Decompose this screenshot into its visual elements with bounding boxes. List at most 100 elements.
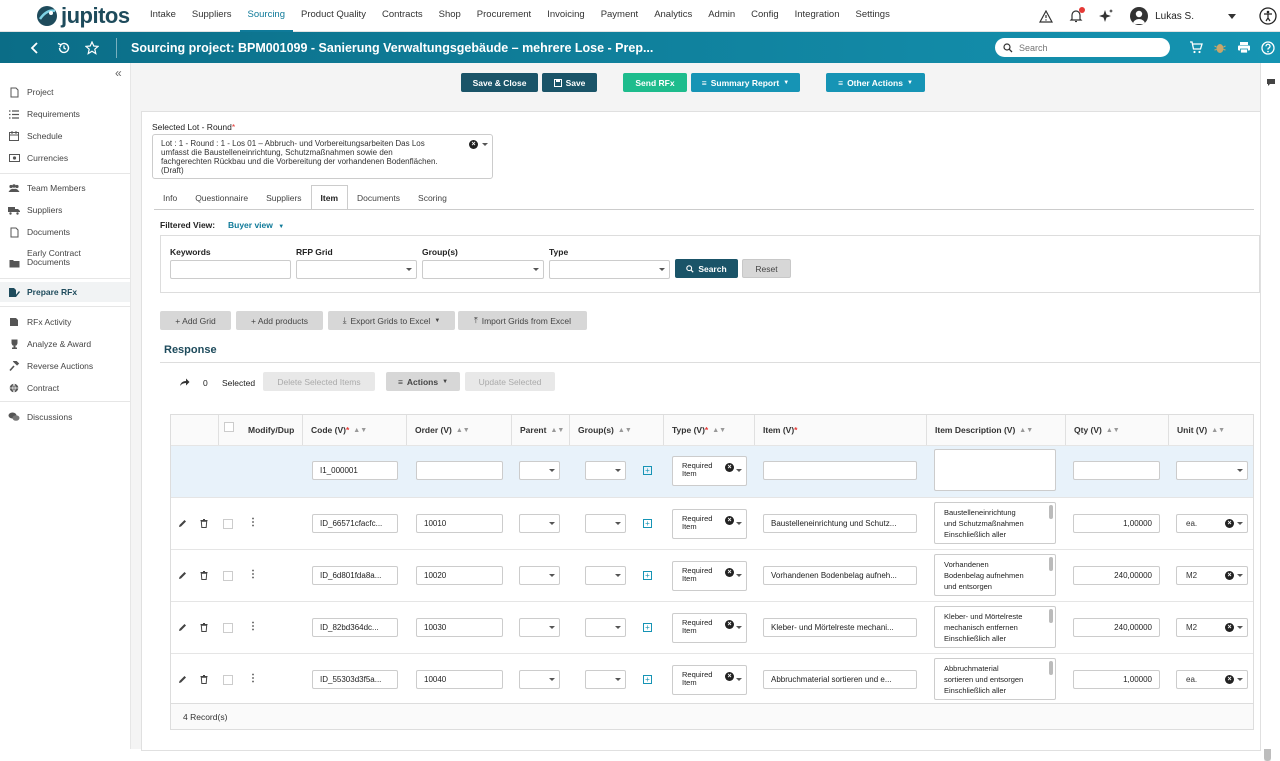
col-code[interactable]: Code (V) * ▲▼ <box>303 415 407 445</box>
description-textarea[interactable]: Vorhandenen Bodenbelag aufnehmen und entso… <box>934 554 1056 596</box>
row-menu-icon[interactable]: ⋮ <box>248 621 258 632</box>
update-selected-button[interactable]: Update Selected <box>465 372 555 391</box>
actions-button[interactable]: ≡ Actions ▼ <box>386 372 460 391</box>
chat-bubble-icon[interactable] <box>1266 78 1276 87</box>
sparkle-ai-icon[interactable] <box>1096 6 1116 26</box>
nav-settings[interactable]: Settings <box>848 0 898 32</box>
edit-pencil-icon[interactable] <box>178 675 187 684</box>
other-actions-button[interactable]: ≡ Other Actions ▼ <box>826 73 925 92</box>
send-rfx-button[interactable]: Send RFx <box>623 73 687 92</box>
sidebar-item-analyze-award[interactable]: Analyze & Award <box>0 334 130 354</box>
textarea-scrollbar[interactable] <box>1049 661 1053 675</box>
col-unit[interactable]: Unit (V) ▲▼ <box>1169 415 1253 445</box>
sidebar-item-prepare-rfx[interactable]: Prepare RFx <box>0 282 130 302</box>
clear-icon[interactable]: × <box>1225 623 1234 632</box>
groups-select[interactable] <box>585 670 626 689</box>
unit-select[interactable]: M2 × <box>1176 618 1248 637</box>
row-menu-icon[interactable]: ⋮ <box>248 517 258 528</box>
clear-icon[interactable]: × <box>1225 519 1234 528</box>
code-input[interactable]: ID_82bd364dc... <box>312 618 398 637</box>
new-item-input[interactable] <box>763 461 917 480</box>
row-menu-icon[interactable]: ⋮ <box>248 569 258 580</box>
add-group-icon[interactable]: + <box>643 623 652 632</box>
order-input[interactable]: 10020 <box>416 566 503 585</box>
unit-select[interactable]: ea. × <box>1176 514 1248 533</box>
history-icon[interactable] <box>54 38 74 58</box>
new-qty-input[interactable] <box>1073 461 1160 480</box>
add-group-icon[interactable]: + <box>643 466 652 475</box>
parent-select[interactable] <box>519 670 560 689</box>
delete-trash-icon[interactable] <box>200 675 208 684</box>
textarea-scrollbar[interactable] <box>1049 609 1053 623</box>
parent-select[interactable] <box>519 514 560 533</box>
nav-procurement[interactable]: Procurement <box>469 0 539 32</box>
delete-trash-icon[interactable] <box>200 519 208 528</box>
sidebar-item-documents[interactable]: Documents <box>0 222 130 242</box>
back-arrow-icon[interactable] <box>24 38 44 58</box>
summary-report-button[interactable]: ≡ Summary Report ▼ <box>691 73 800 92</box>
clear-icon[interactable]: × <box>725 620 734 629</box>
logo[interactable]: jupitos <box>36 3 136 29</box>
global-search[interactable] <box>995 38 1170 57</box>
cart-icon[interactable] <box>1186 38 1206 58</box>
new-type-select[interactable]: Required Item × <box>672 456 747 486</box>
qty-input[interactable]: 1,00000 <box>1073 670 1160 689</box>
new-unit-select[interactable] <box>1176 461 1248 480</box>
qty-input[interactable]: 240,00000 <box>1073 566 1160 585</box>
clear-icon[interactable]: × <box>469 140 478 149</box>
search-button[interactable]: Search <box>675 259 738 278</box>
keywords-input[interactable] <box>170 260 291 279</box>
description-textarea[interactable]: Baustelleneinrichtung und Schutzmaßnahmen… <box>934 502 1056 544</box>
sidebar-item-currencies[interactable]: Currencies <box>0 148 130 168</box>
nav-invoicing[interactable]: Invoicing <box>539 0 593 32</box>
warning-icon[interactable] <box>1036 6 1056 26</box>
code-input[interactable]: ID_6d801fda8a... <box>312 566 398 585</box>
tab-suppliers[interactable]: Suppliers <box>257 185 310 210</box>
tab-info[interactable]: Info <box>154 185 186 210</box>
tab-documents[interactable]: Documents <box>348 185 409 210</box>
clear-icon[interactable]: × <box>725 568 734 577</box>
select-all-checkbox[interactable] <box>224 422 234 432</box>
lot-select[interactable]: Lot : 1 - Round : 1 - Los 01 – Abbruch- … <box>152 134 493 179</box>
type-select[interactable]: Required Item × <box>672 561 747 591</box>
clear-icon[interactable]: × <box>725 516 734 525</box>
col-type[interactable]: Type (V) * ▲▼ <box>664 415 755 445</box>
sidebar-item-requirements[interactable]: Requirements <box>0 104 130 124</box>
code-input[interactable]: ID_55303d3f5a... <box>312 670 398 689</box>
type-select[interactable]: Required Item × <box>672 509 747 539</box>
new-order-input[interactable] <box>416 461 503 480</box>
sidebar-item-suppliers[interactable]: Suppliers <box>0 200 130 220</box>
order-input[interactable]: 10040 <box>416 670 503 689</box>
item-input[interactable]: Abbruchmaterial sortieren und e... <box>763 670 917 689</box>
sidebar-item-team-members[interactable]: Team Members <box>0 178 130 198</box>
row-menu-icon[interactable]: ⋮ <box>248 673 258 684</box>
col-item[interactable]: Item (V) * <box>755 415 927 445</box>
sidebar-item-reverse-auctions[interactable]: Reverse Auctions <box>0 356 130 376</box>
type-select[interactable]: Required Item × <box>672 665 747 695</box>
new-description-textarea[interactable] <box>934 449 1056 491</box>
nav-product-quality[interactable]: Product Quality <box>293 0 374 32</box>
share-arrow-icon[interactable] <box>179 378 190 387</box>
reset-button[interactable]: Reset <box>742 259 791 278</box>
collapse-sidebar-icon[interactable]: « <box>115 66 122 80</box>
clear-icon[interactable]: × <box>1225 675 1234 684</box>
code-input[interactable]: ID_66571cfacfc... <box>312 514 398 533</box>
edit-pencil-icon[interactable] <box>178 623 187 632</box>
row-checkbox[interactable] <box>223 623 233 633</box>
add-group-icon[interactable]: + <box>643 675 652 684</box>
new-groups-select[interactable] <box>585 461 626 480</box>
add-group-icon[interactable]: + <box>643 571 652 580</box>
nav-integration[interactable]: Integration <box>787 0 848 32</box>
textarea-scrollbar[interactable] <box>1049 557 1053 571</box>
add-group-icon[interactable]: + <box>643 519 652 528</box>
add-grid-button[interactable]: + Add Grid <box>160 311 231 330</box>
tab-item[interactable]: Item <box>310 185 349 210</box>
new-code-input[interactable]: I1_000001 <box>312 461 398 480</box>
type-select[interactable]: Required Item × <box>672 613 747 643</box>
col-item-description[interactable]: Item Description (V) ▲▼ <box>927 415 1066 445</box>
groups-select[interactable] <box>422 260 544 279</box>
nav-suppliers[interactable]: Suppliers <box>184 0 240 32</box>
row-checkbox[interactable] <box>223 675 233 685</box>
save-close-button[interactable]: Save & Close <box>461 73 538 92</box>
qty-input[interactable]: 1,00000 <box>1073 514 1160 533</box>
